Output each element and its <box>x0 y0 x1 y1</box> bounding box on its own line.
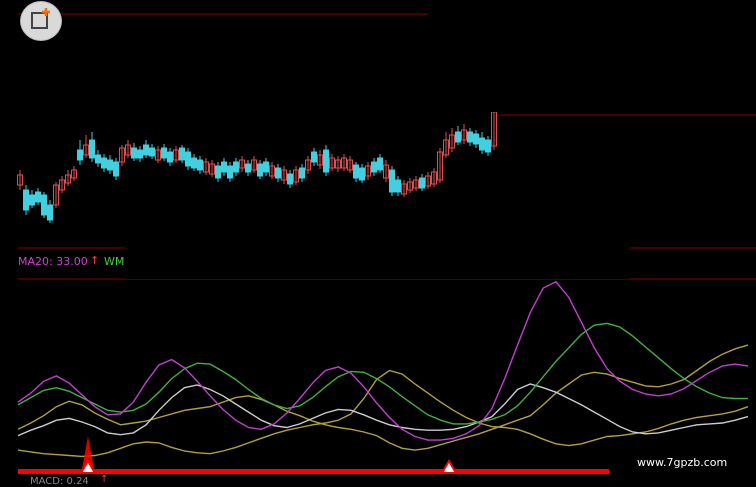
candle-body <box>479 137 485 151</box>
candle-body <box>467 131 473 143</box>
candle-body <box>359 167 365 181</box>
candle-body <box>263 161 269 173</box>
candle-body <box>473 133 479 145</box>
candle-body <box>143 144 149 156</box>
signal-triangle-marker <box>440 459 458 474</box>
candle-body <box>245 163 251 173</box>
candle-body <box>323 149 329 173</box>
app-logo[interactable] <box>20 1 62 41</box>
candle-body <box>485 139 491 153</box>
macd-arrow: ↑ <box>100 474 109 485</box>
candle-body <box>227 165 233 179</box>
candle-body <box>455 131 461 143</box>
next-series-label: WM <box>104 255 125 268</box>
indicator-line-green <box>17 322 748 425</box>
stock-chart-screen: www.7gpzb.com MA20: 33.00 ↑ WM MACD: 0.2… <box>0 0 756 487</box>
candle-body <box>29 194 35 206</box>
candle-body <box>353 164 359 179</box>
candle-body <box>371 161 377 173</box>
candle-body <box>149 147 155 157</box>
site-watermark: www.7gpzb.com <box>637 456 728 469</box>
candle-body <box>299 167 305 179</box>
candle-body <box>23 189 29 211</box>
redaction-block <box>543 171 736 241</box>
candle-body <box>161 147 167 159</box>
candle-body <box>89 139 95 159</box>
ma20-label: MA20: 33.00 <box>18 255 88 268</box>
candle-body <box>179 147 185 161</box>
candle-body <box>113 161 119 177</box>
candle-body <box>197 159 203 171</box>
redaction-block <box>428 0 756 112</box>
candle-body <box>167 151 173 163</box>
candle-body <box>107 159 113 171</box>
candle-body <box>257 163 263 177</box>
candle-body <box>215 165 221 179</box>
candle-body <box>233 161 239 173</box>
candle-body <box>191 157 197 169</box>
candle-body <box>47 204 53 221</box>
kline-chart-canvas <box>17 0 756 474</box>
candle-body <box>287 173 293 185</box>
candle-body <box>389 169 395 193</box>
candle-body <box>311 151 317 163</box>
indicator-line-magenta <box>17 280 749 441</box>
candle-body <box>131 147 137 159</box>
candle-body <box>101 157 107 169</box>
ma20-arrow: ↑ <box>90 254 100 267</box>
candle-body <box>377 157 383 171</box>
candle-body <box>77 149 83 161</box>
candle-body <box>395 179 401 193</box>
candle-body <box>41 194 47 216</box>
square-with-plus-icon <box>31 8 50 29</box>
candle-body <box>137 149 143 159</box>
macd-label: MACD: 0.24 <box>30 476 89 487</box>
candle-body <box>35 191 41 203</box>
candle-body <box>275 167 281 179</box>
candle-body <box>185 151 191 167</box>
candle-body <box>419 177 425 189</box>
candle-body <box>95 154 101 164</box>
candle-body <box>221 161 227 173</box>
